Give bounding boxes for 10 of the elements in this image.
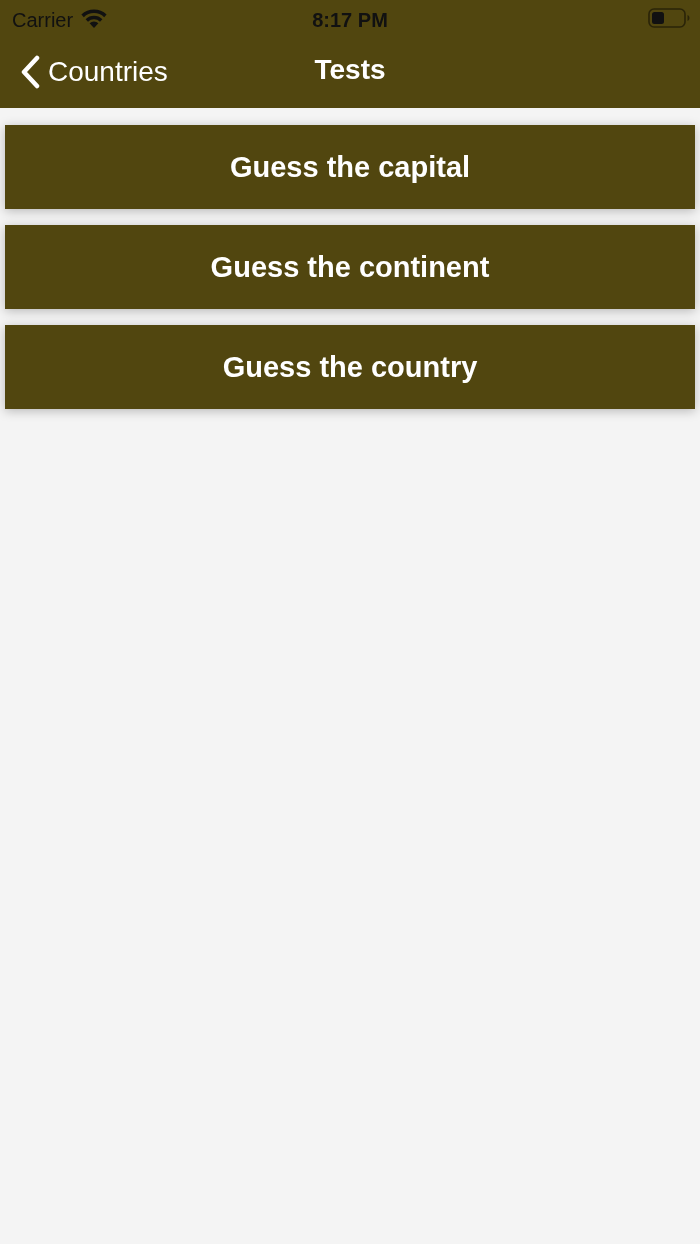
wifi-icon — [81, 8, 108, 28]
battery-icon — [648, 8, 690, 28]
chevron-left-icon — [20, 55, 40, 89]
carrier-label: Carrier — [12, 8, 74, 32]
test-button[interactable]: Guess the continent — [5, 225, 695, 309]
back-button[interactable]: Countries — [0, 55, 168, 89]
nav-title: Tests — [314, 54, 386, 86]
test-button[interactable]: Guess the country — [5, 325, 695, 409]
status-time: 8:17 PM — [312, 8, 388, 32]
test-button[interactable]: Guess the capital — [5, 125, 695, 209]
